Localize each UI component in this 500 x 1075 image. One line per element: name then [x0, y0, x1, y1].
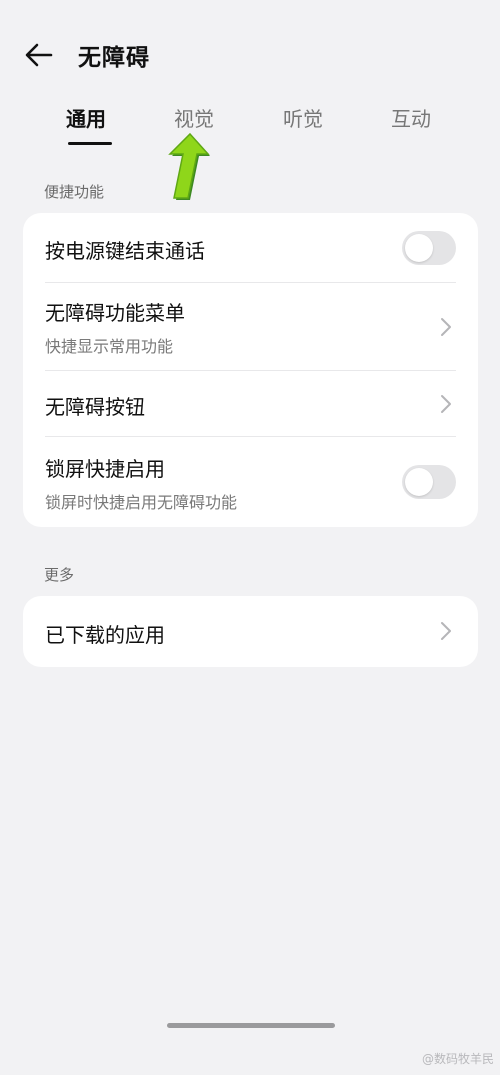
setting-title: 锁屏快捷启用	[45, 457, 165, 481]
arrow-left-icon	[25, 43, 53, 67]
setting-title: 按电源键结束通话	[45, 239, 205, 263]
toggle-knob	[405, 234, 433, 262]
shortcuts-card: 按电源键结束通话 无障碍功能菜单 快捷显示常用功能 无障碍按钮 锁屏快捷启用 锁…	[23, 213, 478, 527]
tab-interaction[interactable]: 互动	[371, 104, 451, 146]
section-header-more: 更多	[44, 566, 75, 584]
end-call-toggle[interactable]	[402, 231, 456, 265]
setting-subtitle: 快捷显示常用功能	[45, 337, 174, 356]
back-button[interactable]	[18, 34, 60, 76]
setting-downloaded-apps[interactable]: 已下载的应用	[23, 596, 478, 667]
tab-hearing[interactable]: 听觉	[263, 104, 343, 146]
watermark: @数码牧羊民	[421, 1052, 494, 1066]
chevron-right-icon	[441, 622, 451, 640]
toggle-knob	[405, 468, 433, 496]
active-tab-indicator	[68, 142, 112, 145]
accessibility-settings-page: 无障碍 通用 视觉 听觉 互动 便捷功能 按电源键结束通话 无障碍功能菜单 快捷…	[0, 0, 500, 1075]
setting-lockscreen-shortcut[interactable]: 锁屏快捷启用 锁屏时快捷启用无障碍功能	[23, 437, 478, 527]
setting-accessibility-menu[interactable]: 无障碍功能菜单 快捷显示常用功能	[23, 283, 478, 371]
setting-end-call-power-key[interactable]: 按电源键结束通话	[23, 213, 478, 283]
setting-title: 无障碍功能菜单	[45, 301, 185, 325]
tab-label: 互动	[391, 107, 431, 131]
setting-title: 已下载的应用	[45, 623, 165, 647]
lockscreen-shortcut-toggle[interactable]	[402, 465, 456, 499]
setting-subtitle: 锁屏时快捷启用无障碍功能	[45, 493, 238, 512]
tab-general[interactable]: 通用	[46, 104, 126, 146]
top-app-bar: 无障碍	[0, 0, 500, 100]
page-title: 无障碍	[78, 45, 150, 71]
tab-bar: 通用 视觉 听觉 互动	[0, 100, 500, 150]
home-indicator[interactable]	[167, 1023, 335, 1028]
chevron-right-icon	[441, 395, 451, 413]
tab-label: 通用	[66, 107, 106, 131]
chevron-right-icon	[441, 318, 451, 336]
tab-label: 听觉	[283, 107, 323, 131]
section-header-shortcuts: 便捷功能	[44, 183, 105, 201]
setting-accessibility-button[interactable]: 无障碍按钮	[23, 371, 478, 437]
setting-title: 无障碍按钮	[45, 395, 145, 419]
tab-label: 视觉	[174, 107, 214, 131]
green-arrow-up-icon	[168, 132, 210, 200]
more-card: 已下载的应用	[23, 596, 478, 667]
